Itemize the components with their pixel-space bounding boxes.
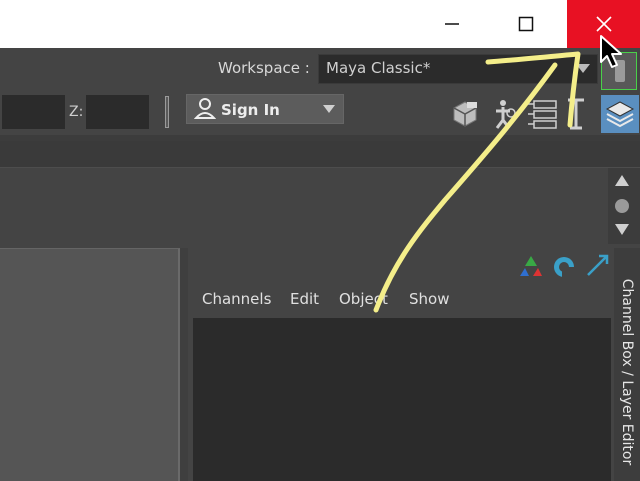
scroll-down-icon[interactable] [615,224,629,235]
panel-splitter[interactable] [180,248,188,481]
channel-box-icon[interactable] [528,98,562,130]
sign-in-dropdown-icon [323,105,335,113]
z-coordinate-field[interactable] [86,95,149,129]
show-menu[interactable]: Show [409,290,449,308]
sign-in-label: Sign In [221,101,280,119]
maximize-button[interactable] [490,0,562,48]
workspace-value: Maya Classic* [326,59,431,77]
channel-list[interactable] [193,318,611,481]
object-menu[interactable]: Object [339,290,388,308]
channels-menu[interactable]: Channels [202,290,271,308]
shelf-tab-bar [0,141,640,167]
dropdown-arrow-icon [576,64,590,73]
modeling-toolkit-icon[interactable] [566,96,586,132]
viewport-panel[interactable] [0,248,180,481]
user-icon [194,98,216,119]
scroll-thumb-icon[interactable] [615,199,629,213]
shelf-scroll-controls[interactable] [612,172,632,240]
layer-editor-icon [605,101,635,128]
graph-icon[interactable] [585,253,611,279]
toolbar-grip[interactable] [165,96,169,128]
minimize-button[interactable] [416,0,488,48]
manipulator-icon[interactable] [517,254,545,278]
z-label: Z: [69,104,84,120]
close-icon [595,16,612,32]
maximize-icon [518,16,534,32]
speed-icon[interactable] [551,254,577,278]
attribute-editor-icon[interactable] [450,98,480,128]
cursor-icon [600,35,622,68]
minimize-icon [445,23,459,25]
layer-editor-button[interactable] [601,95,639,133]
side-tab-label: Channel Box / Layer Editor [619,278,635,466]
edit-menu[interactable]: Edit [290,290,319,308]
scroll-up-icon[interactable] [615,175,629,186]
shelf-area [0,167,640,246]
workspace-label: Workspace : [218,59,310,77]
tool-settings-icon[interactable] [488,98,518,130]
y-coordinate-field[interactable] [2,95,65,129]
